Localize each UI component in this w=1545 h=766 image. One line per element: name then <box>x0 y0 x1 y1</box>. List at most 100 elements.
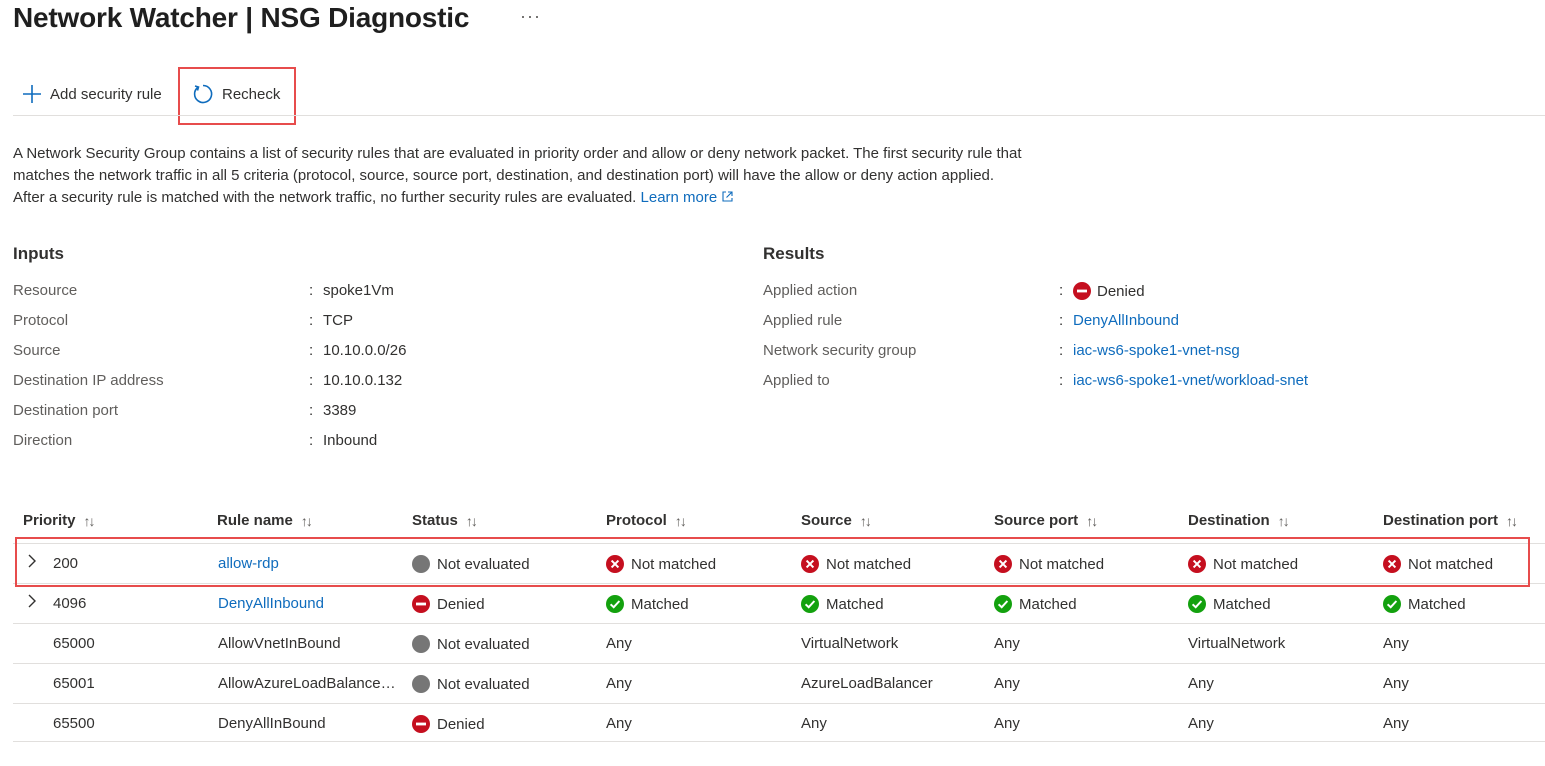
sort-icon[interactable]: ↑↓ <box>1086 513 1098 529</box>
result-value-text[interactable]: iac-ws6-spoke1-vnet/workload-snet <box>1073 372 1308 389</box>
sort-icon[interactable]: ↑↓ <box>1278 513 1290 529</box>
result-value[interactable]: iac-ws6-spoke1-vnet/workload-snet <box>1073 372 1308 389</box>
cell-text: Any <box>1188 715 1214 732</box>
column-header-priority[interactable]: Priority ↑↓ <box>23 512 96 529</box>
result-value[interactable]: iac-ws6-spoke1-vnet-nsg <box>1073 342 1240 359</box>
input-label: Source <box>13 342 61 359</box>
cell-priority: 65001 <box>53 675 95 692</box>
sort-icon[interactable]: ↑↓ <box>301 513 313 529</box>
cell-text: Denied <box>437 715 485 733</box>
sort-icon[interactable]: ↑↓ <box>84 513 96 529</box>
result-label: Applied rule <box>763 312 843 329</box>
learn-more-link[interactable]: Learn more <box>641 189 735 206</box>
cell-source: AzureLoadBalancer <box>801 675 933 692</box>
column-header-label: Source port <box>994 512 1079 529</box>
result-colon: : <box>1059 342 1064 359</box>
sort-icon[interactable]: ↑↓ <box>1506 513 1518 529</box>
result-label: Network security group <box>763 342 917 359</box>
cell-text: VirtualNetwork <box>801 635 899 652</box>
cell-text: 65001 <box>53 675 95 692</box>
cell-protocol: Any <box>606 715 632 732</box>
results-heading: Results <box>763 244 825 263</box>
cell-text[interactable]: DenyAllInbound <box>218 595 324 612</box>
result-colon: : <box>1059 282 1064 299</box>
denied-icon <box>1073 282 1091 300</box>
more-options-button[interactable]: ··· <box>520 6 541 27</box>
cell-text: Matched <box>1213 595 1271 613</box>
cell-text: AllowAzureLoadBalance… <box>218 675 396 692</box>
cell-destination-port: Any <box>1383 635 1409 652</box>
column-header-rule-name[interactable]: Rule name ↑↓ <box>217 512 313 529</box>
cell-status: Denied <box>412 715 485 733</box>
cell-text: Any <box>1383 715 1409 732</box>
recheck-highlight-box <box>178 67 296 125</box>
column-header-label: Rule name <box>217 512 293 529</box>
cell-text: 65000 <box>53 635 95 652</box>
input-value: 3389 <box>323 402 357 419</box>
cell-text: Matched <box>631 595 689 613</box>
cell-text: Any <box>606 715 632 732</box>
plus-icon <box>23 85 41 103</box>
result-colon: : <box>1059 372 1064 389</box>
input-value: TCP <box>323 312 353 329</box>
check-circle-icon <box>1188 595 1206 613</box>
column-header-status[interactable]: Status ↑↓ <box>412 512 478 529</box>
cell-rule: DenyAllInbound <box>218 595 324 612</box>
input-colon: : <box>309 372 314 389</box>
add-security-rule-label: Add security rule <box>50 85 162 103</box>
result-colon: : <box>1059 312 1064 329</box>
cell-text: Any <box>606 675 632 692</box>
cell-destination: Matched <box>1188 595 1271 613</box>
result-value-text[interactable]: DenyAllInbound <box>1073 312 1179 329</box>
column-header-label: Destination <box>1188 512 1270 529</box>
cell-rule: AllowVnetInBound <box>218 635 341 652</box>
cell-text: Not evaluated <box>437 635 530 653</box>
cell-text: AllowVnetInBound <box>218 635 341 652</box>
column-header-source[interactable]: Source ↑↓ <box>801 512 872 529</box>
column-header-label: Source <box>801 512 852 529</box>
column-header-protocol[interactable]: Protocol ↑↓ <box>606 512 687 529</box>
sort-icon[interactable]: ↑↓ <box>466 513 478 529</box>
cell-source-port: Any <box>994 635 1020 652</box>
sort-icon[interactable]: ↑↓ <box>860 513 872 529</box>
input-colon: : <box>309 402 314 419</box>
cell-destination-port: Any <box>1383 715 1409 732</box>
add-security-rule-button[interactable]: Add security rule <box>22 82 162 106</box>
cell-source-port: Matched <box>994 595 1077 613</box>
cell-text: Denied <box>437 595 485 613</box>
description-body: A Network Security Group contains a list… <box>13 145 1022 206</box>
result-label: Applied action <box>763 282 858 299</box>
cell-source: VirtualNetwork <box>801 635 898 652</box>
page-title: Network Watcher | NSG Diagnostic <box>13 2 470 33</box>
cell-priority: 65500 <box>53 715 95 732</box>
cell-source: Matched <box>801 595 884 613</box>
cell-text: Matched <box>1408 595 1466 613</box>
inputs-heading: Inputs <box>13 244 64 263</box>
input-colon: : <box>309 312 314 329</box>
input-value[interactable]: spoke1Vm <box>323 282 394 299</box>
chevron-right-icon[interactable] <box>27 594 37 613</box>
cell-text: DenyAllInBound <box>218 715 326 732</box>
sort-icon[interactable]: ↑↓ <box>675 513 687 529</box>
cell-text: Any <box>801 715 827 732</box>
result-value-text[interactable]: iac-ws6-spoke1-vnet-nsg <box>1073 342 1240 359</box>
column-header-source-port[interactable]: Source port ↑↓ <box>994 512 1098 529</box>
check-circle-icon <box>994 595 1012 613</box>
check-circle-icon <box>801 595 819 613</box>
cell-text: 65500 <box>53 715 95 732</box>
input-label: Direction <box>13 432 73 449</box>
not-evaluated-icon <box>412 635 430 653</box>
input-label: Destination port <box>13 402 119 419</box>
check-circle-icon <box>606 595 624 613</box>
row-highlight-box <box>15 537 1530 587</box>
column-header-destination[interactable]: Destination ↑↓ <box>1188 512 1290 529</box>
cell-text: VirtualNetwork <box>1188 635 1286 652</box>
cell-text: Matched <box>826 595 884 613</box>
toolbar-divider <box>13 115 1545 116</box>
denied-icon <box>412 715 430 733</box>
input-label: Protocol <box>13 312 69 329</box>
column-header-destination-port[interactable]: Destination port ↑↓ <box>1383 512 1518 529</box>
cell-destination: VirtualNetwork <box>1188 635 1285 652</box>
cell-source: Any <box>801 715 827 732</box>
result-value[interactable]: DenyAllInbound <box>1073 312 1179 329</box>
